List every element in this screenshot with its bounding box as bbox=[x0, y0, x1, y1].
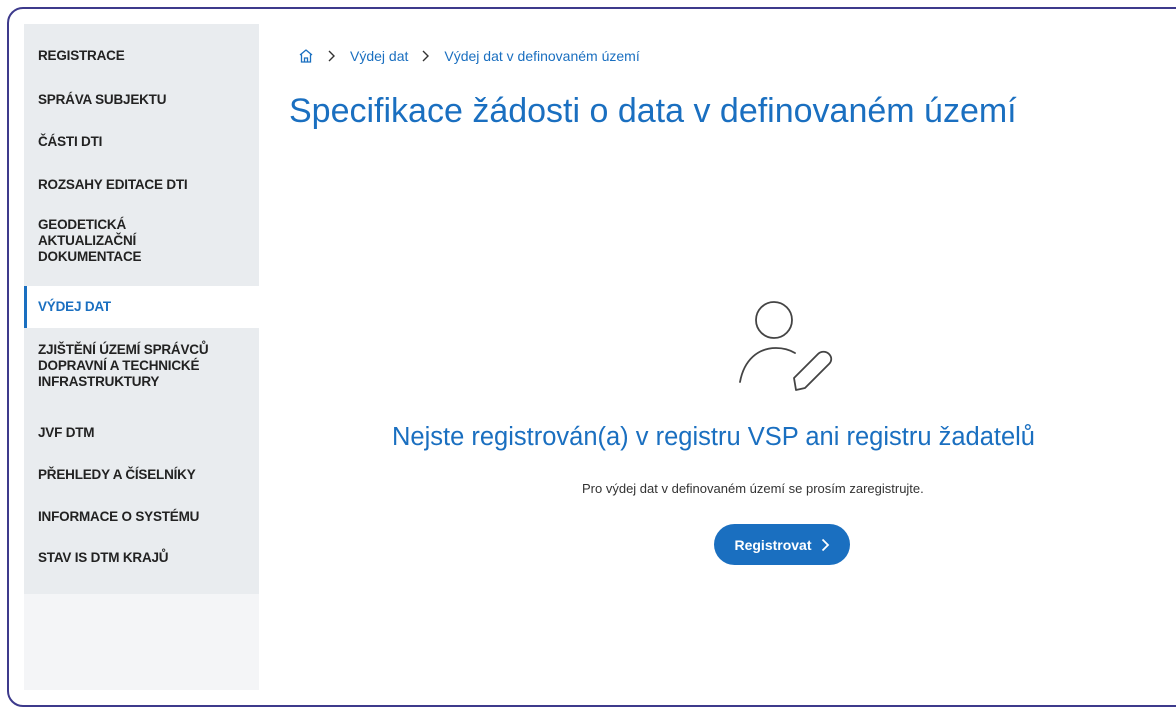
sidebar-item-zjisteni-uzemi-spravcu[interactable]: ZJIŠTĚNÍ ÚZEMÍ SPRÁVCŮ DOPRAVNÍ A TECHNI… bbox=[24, 342, 259, 390]
sidebar-item-label-line: DOKUMENTACE bbox=[38, 249, 142, 264]
chevron-right-icon bbox=[820, 538, 830, 552]
sidebar-item-geodeticka-aktualizacni-dokumentace[interactable]: GEODETICKÁ AKTUALIZAČNÍ DOKUMENTACE bbox=[24, 217, 259, 265]
sidebar-item-label-line: AKTUALIZAČNÍ bbox=[38, 233, 137, 248]
page-title: Specifikace žádosti o data v definovaném… bbox=[289, 92, 1017, 130]
sidebar-item-prehledy-a-ciselniky[interactable]: PŘEHLEDY A ČÍSELNÍKY bbox=[24, 467, 259, 483]
sidebar-item-informace-o-systemu[interactable]: INFORMACE O SYSTÉMU bbox=[24, 509, 259, 525]
chevron-right-icon bbox=[420, 50, 430, 62]
register-button[interactable]: Registrovat bbox=[714, 524, 850, 565]
sidebar-item-registrace[interactable]: REGISTRACE bbox=[24, 48, 259, 64]
sidebar-item-label-line: INFRASTRUKTURY bbox=[38, 374, 160, 389]
empty-state-text: Pro výdej dat v definovaném území se pro… bbox=[582, 481, 924, 496]
sidebar-item-rozsahy-editace-dti[interactable]: ROZSAHY EDITACE DTI bbox=[24, 177, 259, 193]
sidebar-footer-area bbox=[24, 594, 259, 690]
sidebar-item-label-line: GEODETICKÁ bbox=[38, 217, 127, 232]
sidebar-item-label: JVF DTM bbox=[38, 425, 95, 440]
breadcrumb-link-vydej-dat[interactable]: Výdej dat bbox=[350, 48, 408, 64]
sidebar-item-label: REGISTRACE bbox=[38, 48, 125, 63]
sidebar-item-label: ROZSAHY EDITACE DTI bbox=[38, 177, 188, 192]
sidebar-item-label: VÝDEJ DAT bbox=[38, 299, 111, 314]
sidebar-item-label: ČÁSTI DTI bbox=[38, 134, 103, 149]
sidebar-item-stav-is-dtm-kraju[interactable]: STAV IS DTM KRAJŮ bbox=[24, 550, 259, 566]
sidebar-item-label: SPRÁVA SUBJEKTU bbox=[38, 92, 167, 107]
home-icon[interactable] bbox=[298, 48, 314, 64]
empty-state-heading: Nejste registrován(a) v registru VSP ani… bbox=[392, 423, 1035, 451]
sidebar-item-label: STAV IS DTM KRAJŮ bbox=[38, 550, 169, 565]
sidebar: REGISTRACE SPRÁVA SUBJEKTU ČÁSTI DTI ROZ… bbox=[24, 24, 259, 594]
chevron-right-icon bbox=[326, 50, 336, 62]
sidebar-item-label: PŘEHLEDY A ČÍSELNÍKY bbox=[38, 467, 196, 482]
sidebar-item-label: INFORMACE O SYSTÉMU bbox=[38, 509, 200, 524]
sidebar-item-label-line: DOPRAVNÍ A TECHNICKÉ bbox=[38, 358, 200, 373]
sidebar-item-vydej-dat[interactable]: VÝDEJ DAT bbox=[24, 286, 259, 328]
sidebar-item-jvf-dtm[interactable]: JVF DTM bbox=[24, 425, 259, 441]
user-edit-icon bbox=[734, 298, 834, 403]
sidebar-item-label-line: ZJIŠTĚNÍ ÚZEMÍ SPRÁVCŮ bbox=[38, 342, 209, 357]
breadcrumb-current: Výdej dat v definovaném území bbox=[444, 48, 640, 64]
breadcrumb: Výdej dat Výdej dat v definovaném území bbox=[298, 45, 640, 67]
register-button-label: Registrovat bbox=[734, 536, 812, 553]
sidebar-item-casti-dti[interactable]: ČÁSTI DTI bbox=[24, 134, 259, 150]
sidebar-item-sprava-subjektu[interactable]: SPRÁVA SUBJEKTU bbox=[24, 92, 259, 108]
